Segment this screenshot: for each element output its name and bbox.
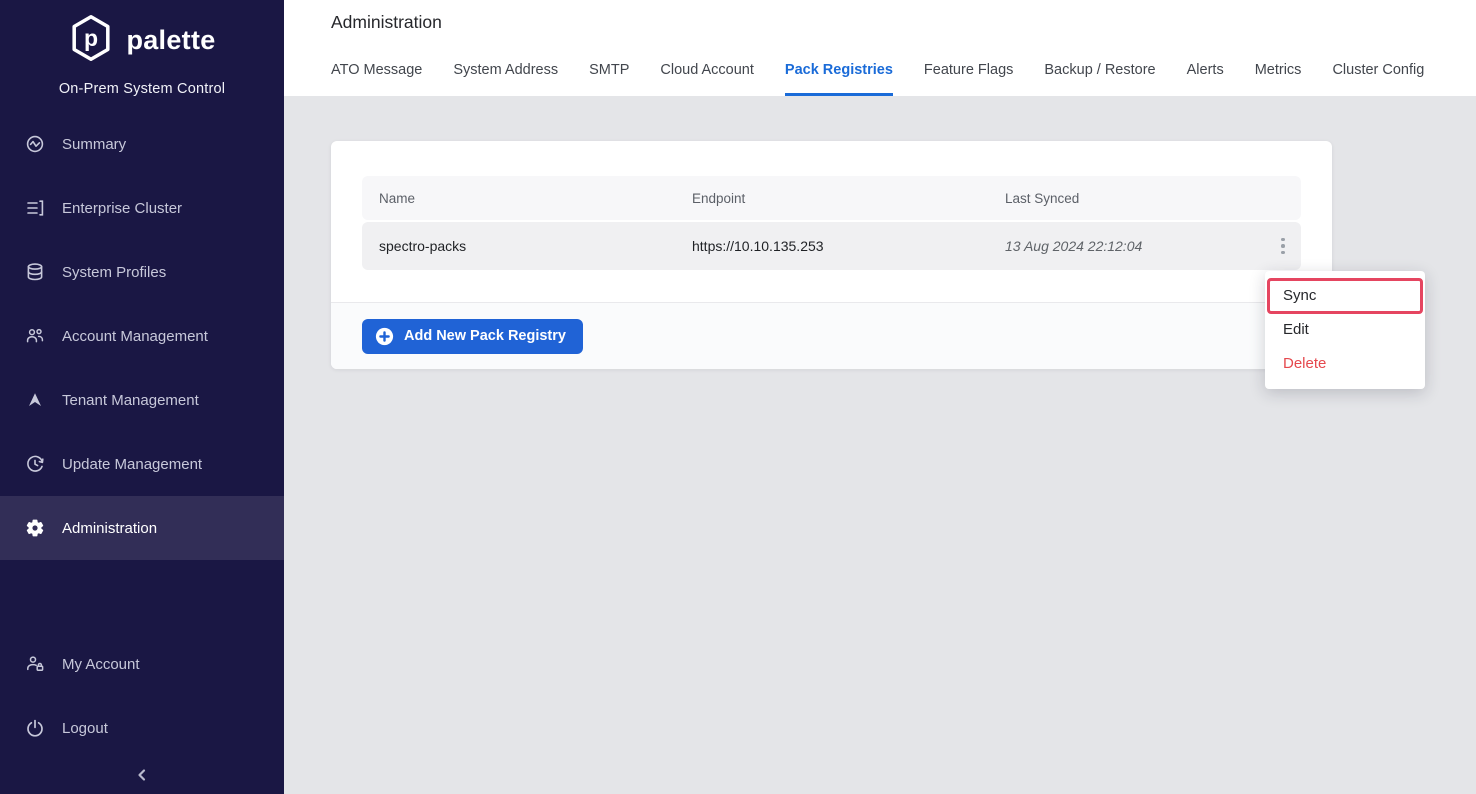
tab-feature-flags[interactable]: Feature Flags xyxy=(924,62,1013,96)
column-header-endpoint: Endpoint xyxy=(675,191,988,206)
tab-smtp[interactable]: SMTP xyxy=(589,62,629,96)
row-actions-kebab-icon[interactable] xyxy=(1271,230,1295,262)
sidebar-item-label: Account Management xyxy=(62,328,208,345)
tab-bar: ATO Message System Address SMTP Cloud Ac… xyxy=(331,62,1424,96)
summary-gauge-icon xyxy=(25,134,45,154)
menu-item-delete[interactable]: Delete xyxy=(1265,347,1425,381)
menu-item-sync[interactable]: Sync xyxy=(1265,279,1425,313)
sidebar-item-logout[interactable]: Logout xyxy=(0,696,284,760)
chevron-left-icon xyxy=(134,767,150,788)
svg-text:p: p xyxy=(84,25,98,51)
page-header: Administration ATO Message System Addres… xyxy=(284,0,1476,96)
sidebar-item-label: System Profiles xyxy=(62,264,166,281)
menu-item-edit[interactable]: Edit xyxy=(1265,313,1425,347)
sidebar-item-enterprise-cluster[interactable]: Enterprise Cluster xyxy=(0,176,284,240)
enterprise-cluster-icon xyxy=(25,198,45,218)
tab-ato-message[interactable]: ATO Message xyxy=(331,62,422,96)
tab-system-address[interactable]: System Address xyxy=(453,62,558,96)
database-icon xyxy=(25,262,45,282)
card-footer: Add New Pack Registry xyxy=(331,302,1332,369)
update-clock-icon xyxy=(25,454,45,474)
sidebar-item-label: Administration xyxy=(62,520,157,537)
sidebar-item-tenant-management[interactable]: Tenant Management xyxy=(0,368,284,432)
brand-logo: p palette xyxy=(0,0,284,68)
sidebar-item-label: Update Management xyxy=(62,456,202,473)
tab-backup-restore[interactable]: Backup / Restore xyxy=(1044,62,1155,96)
sidebar-item-summary[interactable]: Summary xyxy=(0,112,284,176)
sidebar-item-label: Summary xyxy=(62,136,126,153)
tab-metrics[interactable]: Metrics xyxy=(1255,62,1302,96)
power-icon xyxy=(25,718,45,738)
brand-name: palette xyxy=(126,25,215,56)
sidebar-collapse-button[interactable] xyxy=(0,760,284,794)
tenant-icon xyxy=(25,390,45,410)
sidebar-item-my-account[interactable]: My Account xyxy=(0,632,284,696)
palette-hexagon-logo-icon: p xyxy=(68,13,114,68)
sidebar-nav: Summary Enterprise Cluster xyxy=(0,112,284,560)
sidebar-item-label: My Account xyxy=(62,656,140,673)
sidebar-item-label: Logout xyxy=(62,720,108,737)
app-window: p palette On-Prem System Control Summary xyxy=(0,0,1476,794)
tab-cluster-config[interactable]: Cluster Config xyxy=(1332,62,1424,96)
registry-name-cell: spectro-packs xyxy=(362,238,675,254)
sidebar-item-system-profiles[interactable]: System Profiles xyxy=(0,240,284,304)
pack-registries-card: Name Endpoint Last Synced spectro-packs … xyxy=(331,141,1332,369)
tab-cloud-account[interactable]: Cloud Account xyxy=(660,62,754,96)
plus-circle-icon xyxy=(375,327,394,346)
sidebar-item-update-management[interactable]: Update Management xyxy=(0,432,284,496)
sidebar-item-account-management[interactable]: Account Management xyxy=(0,304,284,368)
gear-icon xyxy=(25,518,45,538)
column-header-last-synced: Last Synced xyxy=(988,191,1301,206)
tab-alerts[interactable]: Alerts xyxy=(1187,62,1224,96)
page-title: Administration xyxy=(331,12,442,33)
main-area: Administration ATO Message System Addres… xyxy=(284,0,1476,794)
sidebar-subtitle: On-Prem System Control xyxy=(0,81,284,97)
sidebar-footer: My Account Logout xyxy=(0,632,284,794)
pack-registries-table: Name Endpoint Last Synced spectro-packs … xyxy=(331,141,1332,302)
user-lock-icon xyxy=(25,654,45,674)
registry-endpoint-cell: https://10.10.135.253 xyxy=(675,238,988,254)
sidebar-item-administration[interactable]: Administration xyxy=(0,496,284,560)
add-button-label: Add New Pack Registry xyxy=(404,328,566,344)
row-actions-menu: Sync Edit Delete xyxy=(1265,271,1425,389)
table-row: spectro-packs https://10.10.135.253 13 A… xyxy=(362,222,1301,270)
content-area: Name Endpoint Last Synced spectro-packs … xyxy=(284,96,1476,794)
tab-pack-registries[interactable]: Pack Registries xyxy=(785,62,893,96)
sidebar: p palette On-Prem System Control Summary xyxy=(0,0,284,794)
users-icon xyxy=(25,326,45,346)
column-header-name: Name xyxy=(362,191,675,206)
sidebar-item-label: Tenant Management xyxy=(62,392,199,409)
sidebar-item-label: Enterprise Cluster xyxy=(62,200,182,217)
table-header-row: Name Endpoint Last Synced xyxy=(362,176,1301,220)
add-new-pack-registry-button[interactable]: Add New Pack Registry xyxy=(362,319,583,354)
registry-last-synced-cell: 13 Aug 2024 22:12:04 xyxy=(988,238,1301,254)
